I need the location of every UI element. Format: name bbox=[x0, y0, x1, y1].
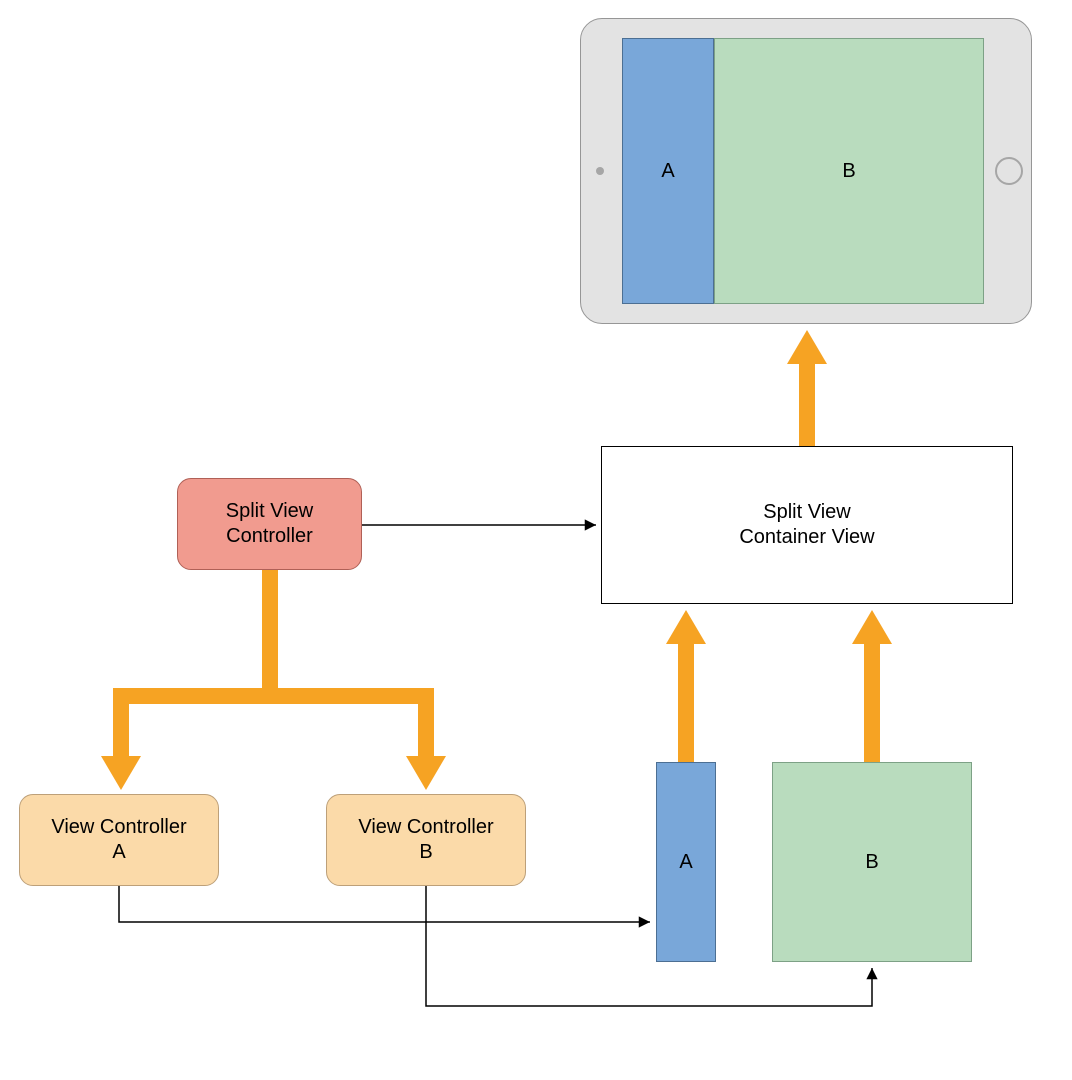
small-pane-b-label: B bbox=[865, 850, 878, 875]
ipad-camera-icon bbox=[596, 167, 604, 175]
ipad-pane-a-label: A bbox=[661, 159, 674, 184]
view-controller-b-box: View Controller B bbox=[326, 794, 526, 886]
small-pane-b: B bbox=[772, 762, 972, 962]
ipad-pane-a: A bbox=[622, 38, 714, 304]
small-pane-a-label: A bbox=[679, 850, 692, 875]
arrow-svc-branch bbox=[101, 570, 446, 790]
view-controller-a-label: View Controller A bbox=[51, 815, 186, 865]
ipad-pane-b: B bbox=[714, 38, 984, 304]
ipad-pane-b-label: B bbox=[842, 159, 855, 184]
split-view-controller-box: Split View Controller bbox=[177, 478, 362, 570]
arrow-container-to-ipad bbox=[787, 330, 827, 446]
arrow-vca-to-pane-a bbox=[119, 886, 650, 922]
split-view-container-box: Split View Container View bbox=[601, 446, 1013, 604]
view-controller-b-label: View Controller B bbox=[358, 815, 493, 865]
arrow-pane-b-to-container bbox=[852, 610, 892, 762]
split-view-controller-label: Split View Controller bbox=[226, 499, 313, 549]
split-view-container-label: Split View Container View bbox=[739, 500, 874, 550]
ipad-home-button-icon bbox=[995, 157, 1023, 185]
arrow-pane-a-to-container bbox=[666, 610, 706, 762]
view-controller-a-box: View Controller A bbox=[19, 794, 219, 886]
small-pane-a: A bbox=[656, 762, 716, 962]
